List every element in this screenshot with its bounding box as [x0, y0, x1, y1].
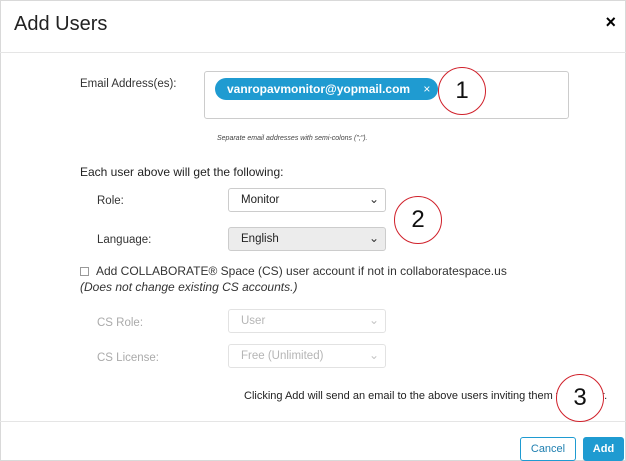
- role-label: Role:: [97, 195, 124, 207]
- language-label: Language:: [97, 234, 152, 246]
- email-chip-text: vanropavmonitor@yopmail.com: [227, 82, 411, 96]
- cs-role-select[interactable]: User ⌄: [228, 309, 386, 333]
- email-chip: vanropavmonitor@yopmail.com ×: [215, 78, 439, 100]
- chevron-down-icon: ⌄: [368, 313, 379, 327]
- cs-license-select[interactable]: Free (Unlimited) ⌄: [228, 344, 386, 368]
- role-value: Monitor: [241, 194, 280, 206]
- close-icon[interactable]: ×: [605, 12, 616, 33]
- cs-license-label: CS License:: [97, 352, 160, 364]
- cs-account-note: (Does not change existing CS accounts.): [80, 280, 298, 294]
- section-heading: Each user above will get the following:: [80, 165, 284, 179]
- chevron-down-icon: ⌄: [368, 231, 379, 245]
- callout-marker-1: 1: [438, 67, 486, 115]
- cancel-button[interactable]: Cancel: [520, 437, 576, 461]
- dialog-title: Add Users: [14, 13, 108, 35]
- chevron-down-icon: ⌄: [368, 348, 379, 362]
- remove-chip-icon[interactable]: ×: [423, 82, 430, 96]
- invite-notice: Clicking Add will send an email to the a…: [244, 390, 608, 402]
- language-select[interactable]: English ⌄: [228, 227, 386, 251]
- cs-role-label: CS Role:: [97, 317, 144, 329]
- role-select[interactable]: Monitor ⌄: [228, 188, 386, 212]
- cs-license-value: Free (Unlimited): [241, 350, 324, 362]
- email-input[interactable]: vanropavmonitor@yopmail.com ×: [204, 71, 569, 119]
- footer-divider: [0, 421, 626, 422]
- email-hint: Separate email addresses with semi-colon…: [217, 135, 368, 142]
- callout-marker-3: 3: [556, 374, 604, 422]
- add-button[interactable]: Add: [583, 437, 624, 461]
- cs-account-checkbox[interactable]: [80, 267, 89, 276]
- language-value: English: [241, 233, 279, 245]
- chevron-down-icon: ⌄: [368, 192, 379, 206]
- dialog-header: Add Users ×: [0, 0, 626, 53]
- cs-role-value: User: [241, 315, 266, 327]
- cs-account-checkbox-label: Add COLLABORATE® Space (CS) user account…: [96, 264, 507, 278]
- callout-marker-2: 2: [394, 196, 442, 244]
- email-label: Email Address(es):: [80, 78, 177, 90]
